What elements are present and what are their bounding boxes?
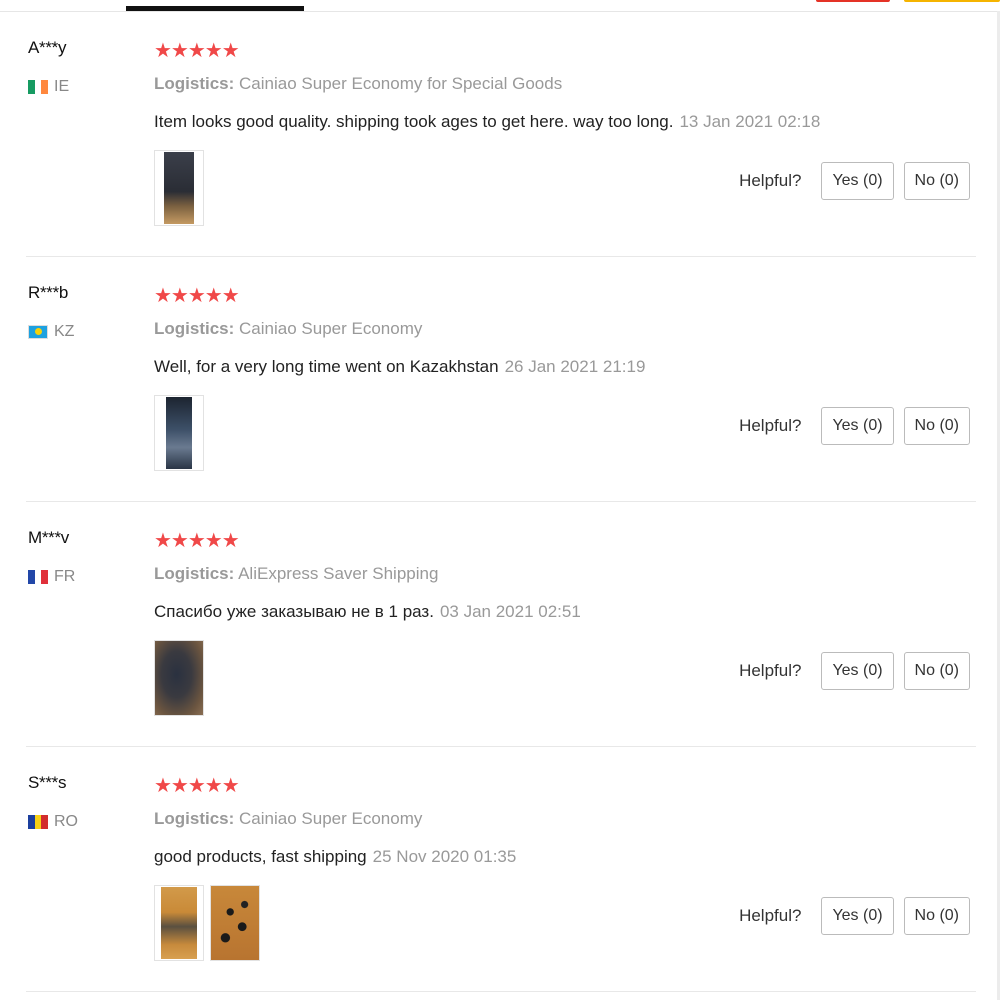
review-date: 03 Jan 2021 02:51 — [439, 602, 581, 621]
reviewer-country: FR — [28, 568, 75, 586]
no-vote-button[interactable]: No (0) — [903, 407, 970, 445]
review-item: M***v FR ★★★★★ Logistics: AliExpress Sav… — [0, 502, 1000, 747]
review-divider — [26, 991, 976, 992]
country-code: IE — [54, 78, 70, 95]
logistics-info: Logistics: Cainiao Super Economy for Spe… — [154, 74, 562, 94]
review-text: Well, for a very long time went on Kazak… — [154, 357, 645, 377]
yes-vote-button[interactable]: Yes (0) — [821, 407, 894, 445]
review-text: good products, fast shipping 25 Nov 2020 … — [154, 847, 516, 867]
helpful-vote: Helpful? Yes (0) No (0) — [739, 407, 970, 445]
no-vote-button[interactable]: No (0) — [903, 162, 970, 200]
logistics-label: Logistics: — [154, 319, 235, 338]
country-code: FR — [54, 568, 76, 585]
review-text: Спасибо уже заказываю не в 1 раз. 03 Jan … — [154, 602, 581, 622]
logistics-label: Logistics: — [154, 74, 235, 93]
flag-fr-icon — [28, 570, 49, 584]
star-rating: ★★★★★ — [154, 285, 240, 307]
review-photo-thumbnail[interactable] — [154, 395, 204, 471]
logistics-info: Logistics: Cainiao Super Economy — [154, 319, 422, 339]
review-body: Well, for a very long time went on Kazak… — [154, 357, 499, 376]
logistics-value: Cainiao Super Economy — [239, 319, 423, 338]
flag-ie-icon — [28, 80, 49, 94]
helpful-label: Helpful? — [739, 661, 802, 680]
star-rating: ★★★★★ — [154, 530, 240, 552]
reviewer-name: M***v — [28, 528, 70, 547]
flag-ro-icon — [28, 815, 49, 829]
helpful-vote: Helpful? Yes (0) No (0) — [739, 162, 970, 200]
logistics-info: Logistics: Cainiao Super Economy — [154, 809, 422, 829]
reviewer-name: A***y — [28, 38, 67, 57]
yes-vote-button[interactable]: Yes (0) — [821, 897, 894, 935]
reviewer-country: RO — [28, 813, 78, 831]
reviewer-country: KZ — [28, 323, 74, 341]
review-body: Спасибо уже заказываю не в 1 раз. — [154, 602, 434, 621]
review-date: 26 Jan 2021 21:19 — [504, 357, 646, 376]
star-rating: ★★★★★ — [154, 40, 240, 62]
logistics-value: Cainiao Super Economy — [239, 809, 423, 828]
review-body: Item looks good quality. shipping took a… — [154, 112, 674, 131]
no-vote-button[interactable]: No (0) — [903, 652, 970, 690]
helpful-label: Helpful? — [739, 416, 802, 435]
reviewer-country: IE — [28, 78, 69, 96]
review-photos — [154, 885, 260, 961]
helpful-label: Helpful? — [739, 906, 802, 925]
logistics-label: Logistics: — [154, 564, 235, 583]
review-photos — [154, 640, 204, 716]
review-photo-thumbnail[interactable] — [154, 640, 204, 716]
logistics-value: Cainiao Super Economy for Special Goods — [239, 74, 563, 93]
review-photo-thumbnail[interactable] — [210, 885, 260, 961]
cut-off-red-button[interactable] — [816, 0, 890, 2]
country-code: RO — [54, 813, 78, 830]
review-date: 13 Jan 2021 02:18 — [679, 112, 821, 131]
helpful-vote: Helpful? Yes (0) No (0) — [739, 652, 970, 690]
review-item: A***y IE ★★★★★ Logistics: Cainiao Super … — [0, 12, 1000, 257]
country-code: KZ — [54, 323, 75, 340]
review-photo-thumbnail[interactable] — [154, 885, 204, 961]
review-photos — [154, 150, 204, 226]
yes-vote-button[interactable]: Yes (0) — [821, 652, 894, 690]
review-photos — [154, 395, 204, 471]
helpful-label: Helpful? — [739, 171, 802, 190]
cut-off-yellow-button[interactable] — [904, 0, 1000, 2]
review-photo-thumbnail[interactable] — [154, 150, 204, 226]
helpful-vote: Helpful? Yes (0) No (0) — [739, 897, 970, 935]
logistics-value: AliExpress Saver Shipping — [238, 564, 439, 583]
review-text: Item looks good quality. shipping took a… — [154, 112, 820, 132]
flag-kz-icon — [28, 325, 48, 339]
review-date: 25 Nov 2020 01:35 — [372, 847, 517, 866]
review-item: S***s RO ★★★★★ Logistics: Cainiao Super … — [0, 747, 1000, 992]
star-rating: ★★★★★ — [154, 775, 240, 797]
no-vote-button[interactable]: No (0) — [903, 897, 970, 935]
logistics-label: Logistics: — [154, 809, 235, 828]
reviewer-name: R***b — [28, 283, 69, 302]
review-body: good products, fast shipping — [154, 847, 367, 866]
yes-vote-button[interactable]: Yes (0) — [821, 162, 894, 200]
review-item: R***b KZ ★★★★★ Logistics: Cainiao Super … — [0, 257, 1000, 502]
reviewer-name: S***s — [28, 773, 67, 792]
logistics-info: Logistics: AliExpress Saver Shipping — [154, 564, 438, 584]
